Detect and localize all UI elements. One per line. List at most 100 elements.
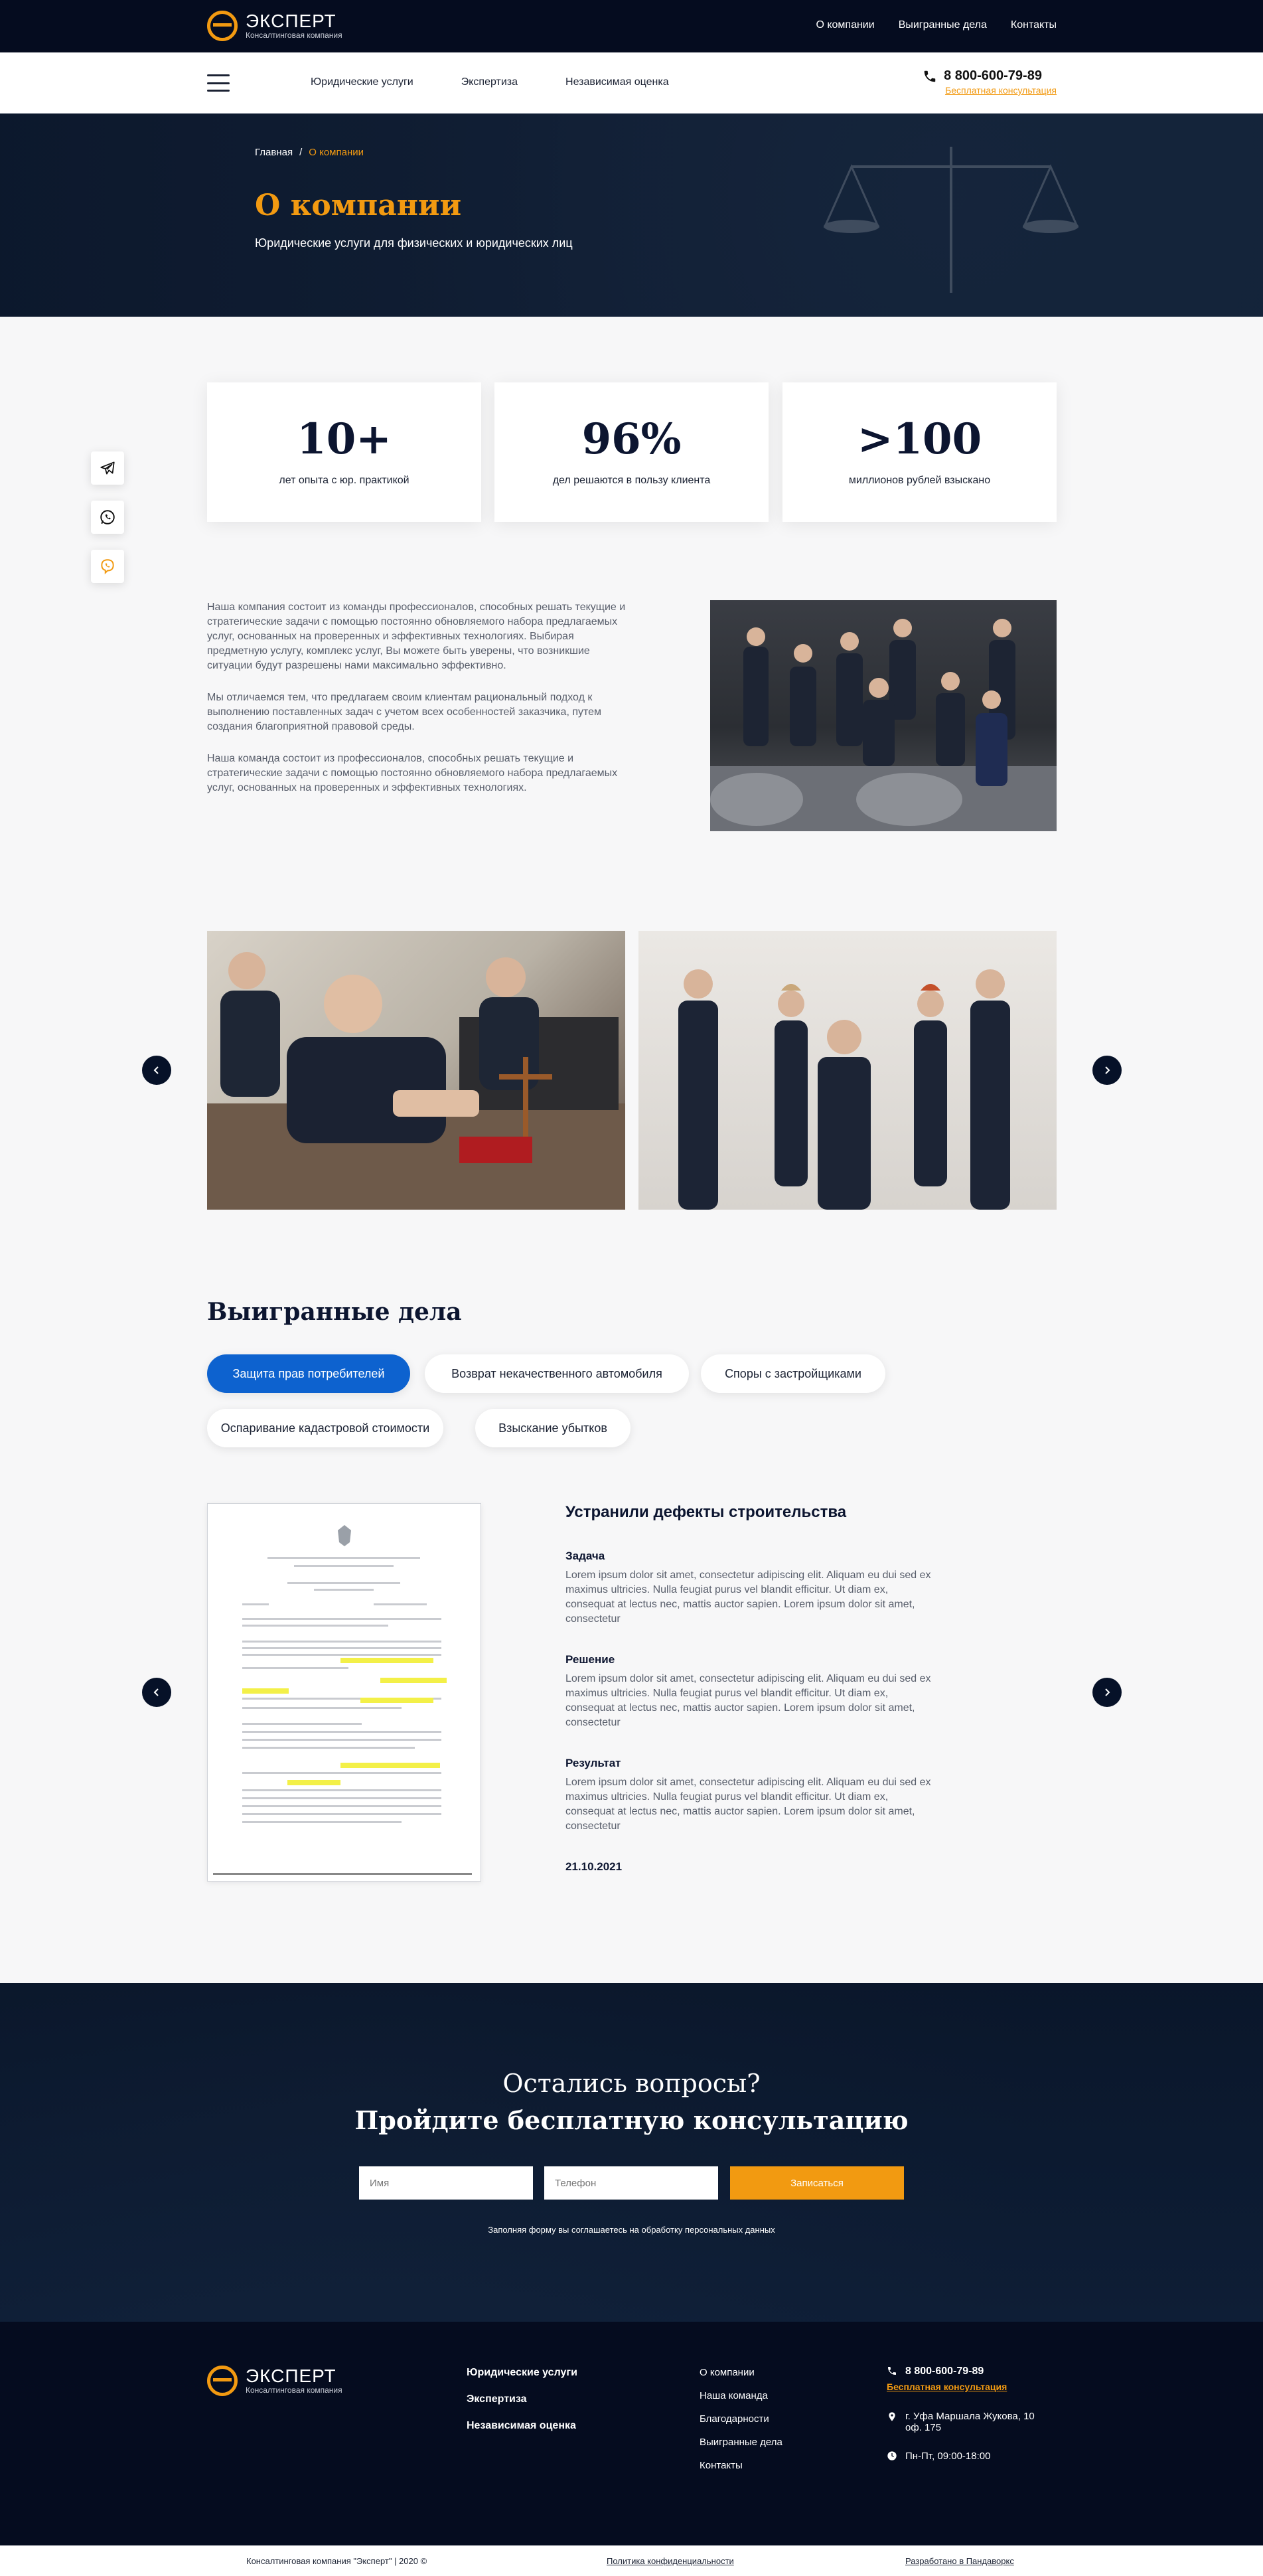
breadcrumb-home[interactable]: Главная bbox=[255, 147, 293, 158]
stat-label: дел решаются в пользу клиента bbox=[552, 475, 711, 486]
stat-card-recovered: >100 миллионов рублей взыскано bbox=[782, 382, 1057, 522]
stat-value: 96% bbox=[581, 414, 682, 464]
chevron-left-icon bbox=[153, 1688, 159, 1696]
chevron-right-icon bbox=[1105, 1688, 1110, 1696]
case-result-text: Lorem ipsum dolor sit amet, consectetur … bbox=[565, 1777, 931, 1832]
stat-value: 10+ bbox=[297, 414, 392, 464]
nav-appraisal[interactable]: Независимая оценка bbox=[565, 76, 669, 88]
submit-button[interactable]: Записаться bbox=[730, 2166, 904, 2200]
footer-hours: Пн-Пт, 09:00-18:00 bbox=[905, 2451, 991, 2462]
copyright: Консалтинговая компания "Эксперт" | 2020… bbox=[246, 2556, 427, 2566]
logo-tagline: Консалтинговая компания bbox=[246, 2385, 342, 2395]
breadcrumb: Главная / О компании bbox=[255, 147, 364, 158]
gallery-photo-2-illustration bbox=[678, 969, 1010, 1210]
consult-title: Пройдите бесплатную консультацию bbox=[354, 2105, 909, 2135]
footer-link-appraisal[interactable]: Независимая оценка bbox=[467, 2420, 577, 2432]
top-nav: О компании Выигранные дела Контакты bbox=[816, 19, 1057, 31]
hero-banner: Главная / О компании О компании Юридичес… bbox=[0, 114, 1263, 317]
gallery-prev-button[interactable] bbox=[142, 1056, 171, 1085]
footer-services: Юридические услуги Экспертиза Независима… bbox=[467, 2367, 577, 2447]
topnav-about[interactable]: О компании bbox=[816, 19, 874, 31]
cases-prev-button[interactable] bbox=[142, 1678, 171, 1707]
logo-name: ЭКСПЕРТ bbox=[246, 2366, 336, 2386]
privacy-link[interactable]: Политика конфиденциальности bbox=[607, 2556, 734, 2566]
case-task-label: Задача bbox=[565, 1550, 605, 1562]
page-subtitle: Юридические услуги для физических и юрид… bbox=[255, 236, 573, 250]
header-contact: 8 800-600-79-89 Бесплатная консультация bbox=[923, 68, 1057, 96]
whatsapp-icon bbox=[100, 510, 115, 524]
phone-input[interactable] bbox=[544, 2166, 718, 2200]
footer-links: О компании Наша команда Благодарности Вы… bbox=[700, 2367, 782, 2483]
main-nav: Юридические услуги Экспертиза Независима… bbox=[311, 76, 669, 88]
name-input[interactable] bbox=[359, 2166, 533, 2200]
about-paragraph: Наша команда состоит из профессионалов, … bbox=[207, 753, 618, 793]
scales-decoration bbox=[823, 147, 1079, 293]
nav-legal-services[interactable]: Юридические услуги bbox=[311, 76, 413, 88]
stat-card-experience: 10+ лет опыта с юр. практикой bbox=[207, 382, 481, 522]
chevron-left-icon bbox=[153, 1066, 159, 1074]
footer-logo[interactable]: ЭКСПЕРТ Консалтинговая компания bbox=[207, 2366, 342, 2396]
telegram-button[interactable] bbox=[91, 451, 124, 485]
footer-link-thanks[interactable]: Благодарности bbox=[700, 2413, 782, 2425]
footer-link-contacts[interactable]: Контакты bbox=[700, 2460, 782, 2471]
case-task-text: Lorem ipsum dolor sit amet, consectetur … bbox=[565, 1570, 931, 1625]
consent-note: Заполняя форму вы соглашаетесь на обрабо… bbox=[488, 2225, 775, 2235]
breadcrumb-separator: / bbox=[299, 147, 303, 158]
footer-consult-link[interactable]: Бесплатная консультация bbox=[887, 2381, 1066, 2392]
case-solution-label: Решение bbox=[565, 1653, 615, 1666]
breadcrumb-current: О компании bbox=[309, 147, 364, 158]
about-paragraph: Мы отличаемся тем, что предлагаем своим … bbox=[207, 692, 602, 732]
footer-contacts: 8 800-600-79-89 Бесплатная консультация … bbox=[887, 2366, 1066, 2462]
bottom-bar: Консалтинговая компания "Эксперт" | 2020… bbox=[0, 2545, 1263, 2576]
developer-link[interactable]: Разработано в Пандаворкс bbox=[905, 2556, 1014, 2566]
footer-link-cases[interactable]: Выигранные дела bbox=[700, 2437, 782, 2448]
consultation-section: Остались вопросы? Пройдите бесплатную ко… bbox=[0, 1983, 1263, 2322]
case-details: Устранили дефекты строительства Задача L… bbox=[565, 1503, 937, 1874]
gallery-photo-1 bbox=[207, 931, 625, 1210]
logo-icon bbox=[207, 2366, 238, 2396]
logo[interactable]: ЭКСПЕРТ Консалтинговая компания bbox=[207, 11, 342, 41]
stat-card-success-rate: 96% дел решаются в пользу клиента bbox=[494, 382, 769, 522]
footer: ЭКСПЕРТ Консалтинговая компания Юридичес… bbox=[0, 2322, 1263, 2545]
page-title: О компании bbox=[255, 189, 462, 222]
whatsapp-button[interactable] bbox=[91, 501, 124, 534]
case-document-scan bbox=[207, 1503, 481, 1882]
clock-icon bbox=[887, 2451, 897, 2460]
top-bar: ЭКСПЕРТ Консалтинговая компания О компан… bbox=[0, 0, 1263, 52]
gallery-photo-1-illustration bbox=[207, 952, 625, 1210]
tab-cadastral-value[interactable]: Оспаривание кадастровой стоимости bbox=[207, 1409, 443, 1447]
tab-damages[interactable]: Взыскание убытков bbox=[475, 1409, 631, 1447]
footer-link-about[interactable]: О компании bbox=[700, 2367, 782, 2378]
logo-tagline: Консалтинговая компания bbox=[246, 31, 342, 40]
logo-name: ЭКСПЕРТ bbox=[246, 11, 336, 31]
logo-icon bbox=[207, 11, 238, 41]
telegram-icon bbox=[100, 461, 115, 475]
header-phone[interactable]: 8 800-600-79-89 bbox=[944, 68, 1042, 84]
case-solution-text: Lorem ipsum dolor sit amet, consectetur … bbox=[565, 1673, 931, 1728]
tab-car-return[interactable]: Возврат некачественного автомобиля bbox=[425, 1354, 689, 1393]
cases-next-button[interactable] bbox=[1092, 1678, 1122, 1707]
footer-phone[interactable]: 8 800-600-79-89 bbox=[905, 2366, 984, 2377]
consult-question: Остались вопросы? bbox=[502, 2069, 761, 2098]
footer-link-expertise[interactable]: Экспертиза bbox=[467, 2393, 577, 2405]
phone-icon bbox=[924, 70, 936, 82]
footer-link-legal[interactable]: Юридические услуги bbox=[467, 2367, 577, 2379]
stat-label: лет опыта с юр. практикой bbox=[279, 475, 409, 486]
menu-icon[interactable] bbox=[207, 74, 230, 92]
nav-expertise[interactable]: Экспертиза bbox=[461, 76, 518, 88]
footer-address: г. Уфа Маршала Жукова, 10 оф. 175 bbox=[905, 2411, 1035, 2433]
page: ЭКСПЕРТ Консалтинговая компания О компан… bbox=[0, 0, 1263, 2576]
topnav-contacts[interactable]: Контакты bbox=[1011, 19, 1057, 31]
header-consult-link[interactable]: Бесплатная консультация bbox=[945, 85, 1057, 96]
topnav-cases[interactable]: Выигранные дела bbox=[899, 19, 987, 31]
stat-value: >100 bbox=[857, 414, 982, 464]
phone-icon bbox=[888, 2367, 896, 2375]
footer-link-team[interactable]: Наша команда bbox=[700, 2390, 782, 2401]
tab-consumer-rights[interactable]: Защита прав потребителей bbox=[207, 1354, 410, 1393]
gallery-next-button[interactable] bbox=[1092, 1056, 1122, 1085]
tab-developer-disputes[interactable]: Споры с застройщиками bbox=[701, 1354, 885, 1393]
main-nav-bar: Юридические услуги Экспертиза Независима… bbox=[0, 52, 1263, 114]
cases-title: Выигранные дела bbox=[207, 1298, 462, 1326]
viber-button[interactable] bbox=[91, 550, 124, 583]
gallery-photo-2 bbox=[638, 931, 1057, 1210]
